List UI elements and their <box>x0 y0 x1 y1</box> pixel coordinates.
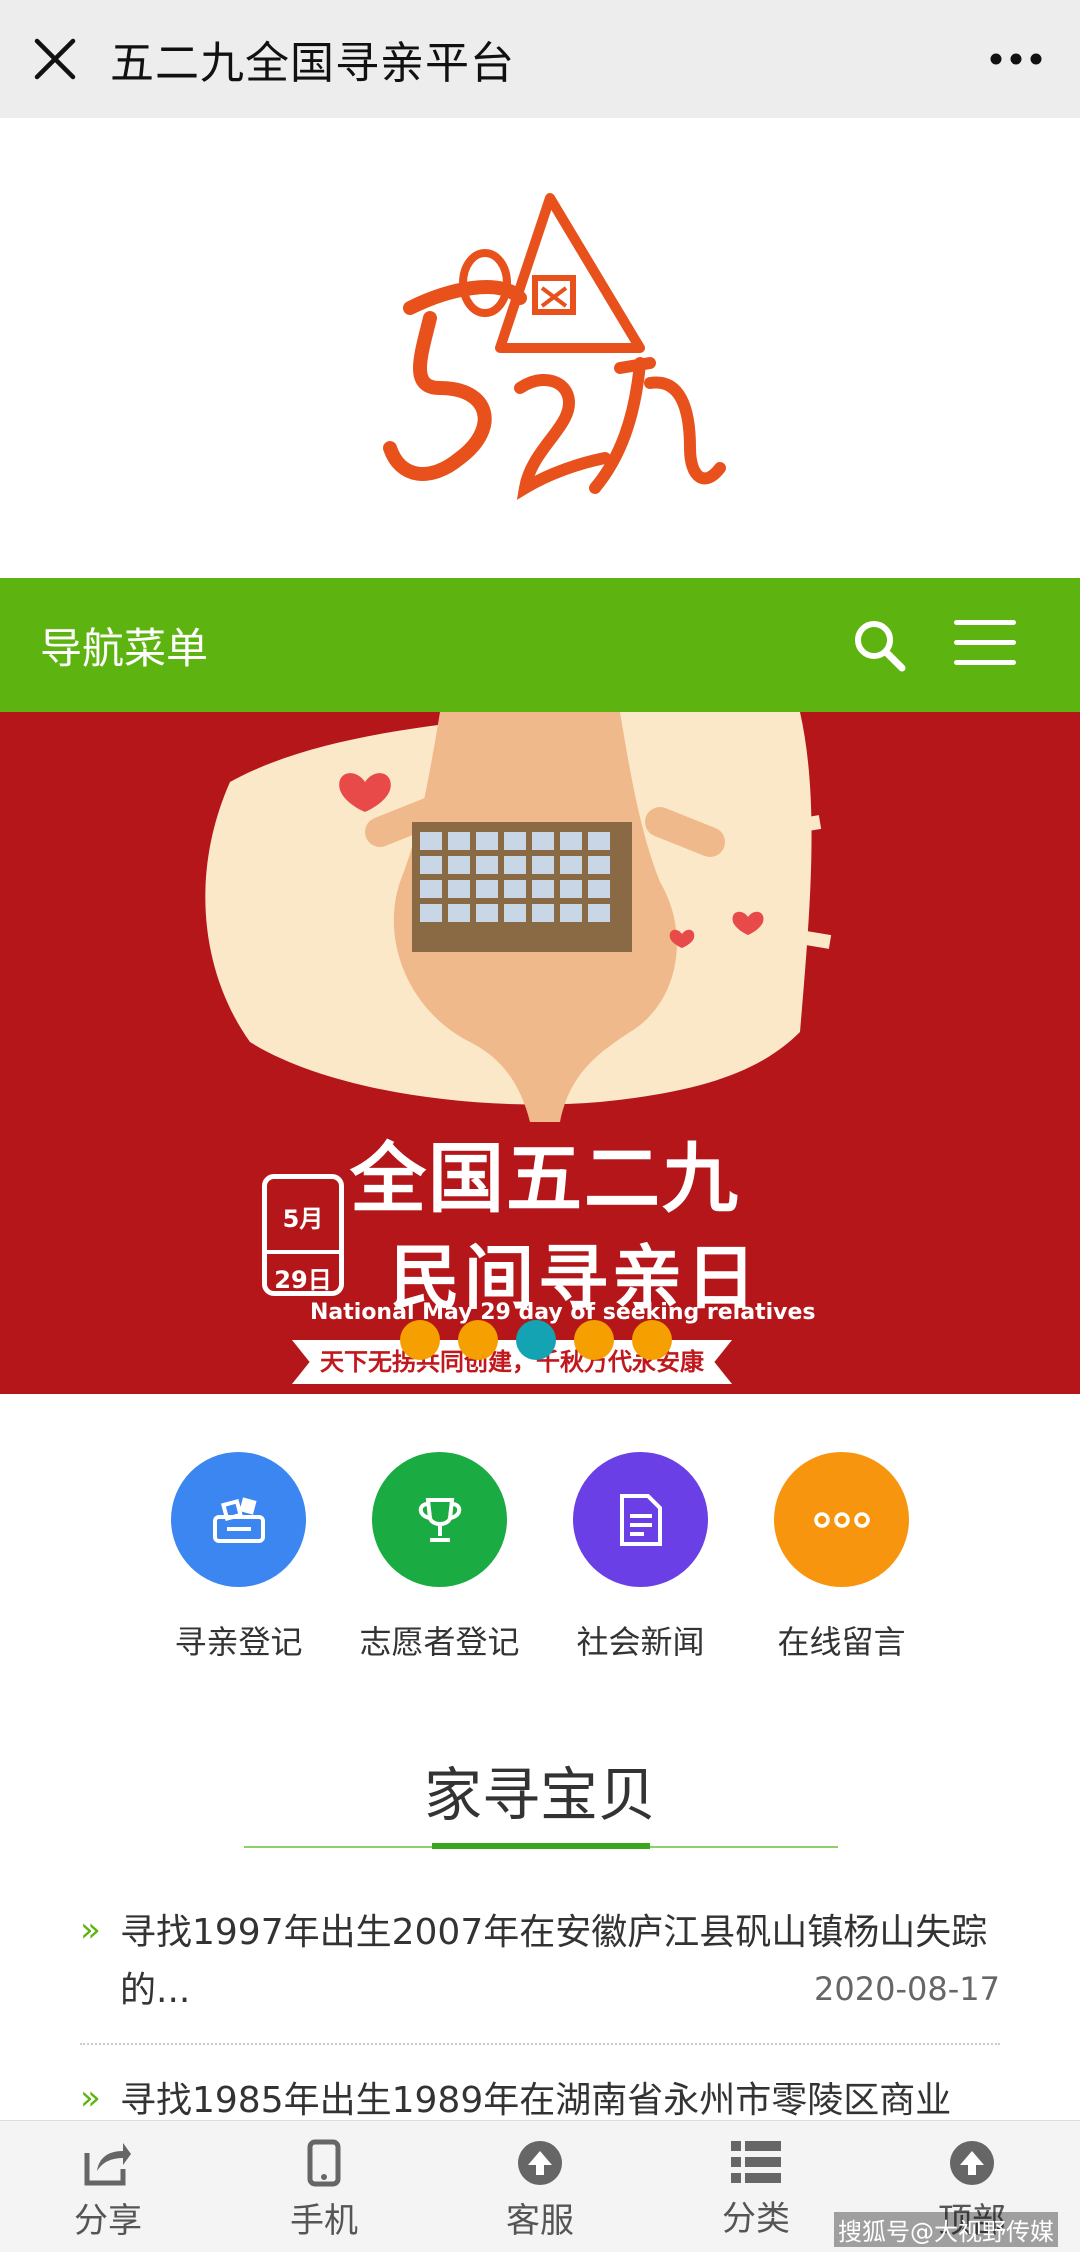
top-circle-icon <box>950 2141 994 2185</box>
calendar-badge: 5月 29日 <box>262 1174 344 1296</box>
upload-circle-icon <box>518 2141 562 2185</box>
shortcut-label: 在线留言 <box>777 1623 906 1661</box>
shortcut-label: 志愿者登记 <box>359 1623 520 1661</box>
nav-menu-bar: 导航菜单 <box>0 578 1080 712</box>
tab-label: 分享 <box>74 2201 142 2241</box>
news-divider <box>80 2043 1000 2045</box>
close-icon[interactable] <box>0 0 110 118</box>
news-date: 2020-08-17 <box>814 1970 1000 2008</box>
shortcut-social-news[interactable]: 社会新闻 <box>573 1452 708 1663</box>
search-icon[interactable] <box>852 618 912 674</box>
tab-label: 客服 <box>506 2201 574 2241</box>
banner-title-line1: 全国五二九 <box>350 1134 740 1223</box>
site-logo[interactable] <box>0 118 1080 578</box>
carousel-dot[interactable] <box>574 1320 614 1360</box>
calendar-month: 5月 <box>282 1205 324 1233</box>
calendar-day: 29日 <box>267 1250 339 1295</box>
tab-customer-service[interactable]: 客服 <box>432 2121 648 2252</box>
tab-label: 分类 <box>722 2199 790 2239</box>
shortcut-label: 社会新闻 <box>576 1623 705 1661</box>
section-title: 家寻宝贝 <box>423 1761 656 1829</box>
more-dots-icon <box>774 1452 909 1587</box>
carousel-dots <box>400 1320 672 1360</box>
trophy-icon <box>372 1452 507 1587</box>
document-icon <box>573 1452 708 1587</box>
tab-label: 手机 <box>290 2201 358 2241</box>
page-title: 五二九全国寻亲平台 <box>110 38 515 89</box>
section-divider-accent <box>432 1843 650 1849</box>
watermark-text: 搜狐号@大视野传媒 <box>834 2212 1058 2247</box>
tab-category[interactable]: 分类 <box>648 2121 864 2252</box>
more-options-icon[interactable] <box>986 34 1046 84</box>
chevron-right-icon: » <box>80 2078 101 2118</box>
carousel-dot[interactable] <box>632 1320 672 1360</box>
title-bar: 五二九全国寻亲平台 <box>0 0 1080 118</box>
shortcut-online-message[interactable]: 在线留言 <box>774 1452 909 1663</box>
share-icon <box>84 2143 131 2186</box>
shortcut-volunteer-register[interactable]: 志愿者登记 <box>360 1452 520 1663</box>
shortcut-grid: 寻亲登记 志愿者登记 社会新闻 在线留言 <box>0 1452 1080 1663</box>
shortcut-label: 寻亲登记 <box>174 1623 303 1661</box>
hamburger-menu-icon[interactable] <box>954 620 1016 670</box>
register-icon <box>171 1452 306 1587</box>
nav-menu-label[interactable]: 导航菜单 <box>40 615 208 676</box>
list-icon <box>731 2141 781 2183</box>
tab-share[interactable]: 分享 <box>0 2121 216 2252</box>
chevron-right-icon: » <box>80 1910 101 1950</box>
shortcut-seek-register[interactable]: 寻亲登记 <box>171 1452 306 1663</box>
carousel-dot[interactable] <box>400 1320 440 1360</box>
carousel-dot[interactable] <box>458 1320 498 1360</box>
phone-icon <box>307 2139 341 2187</box>
tab-phone[interactable]: 手机 <box>216 2121 432 2252</box>
news-item[interactable]: » 寻找1997年出生2007年在安徽庐江县矾山镇杨山失踪的... 2020-0… <box>80 1904 1000 2011</box>
carousel-dot-active[interactable] <box>516 1320 556 1360</box>
promo-banner-carousel[interactable]: 5月 29日 全国五二九 民间寻亲日 National May 29 day o… <box>0 712 1080 1394</box>
logo-529-icon <box>383 193 726 500</box>
